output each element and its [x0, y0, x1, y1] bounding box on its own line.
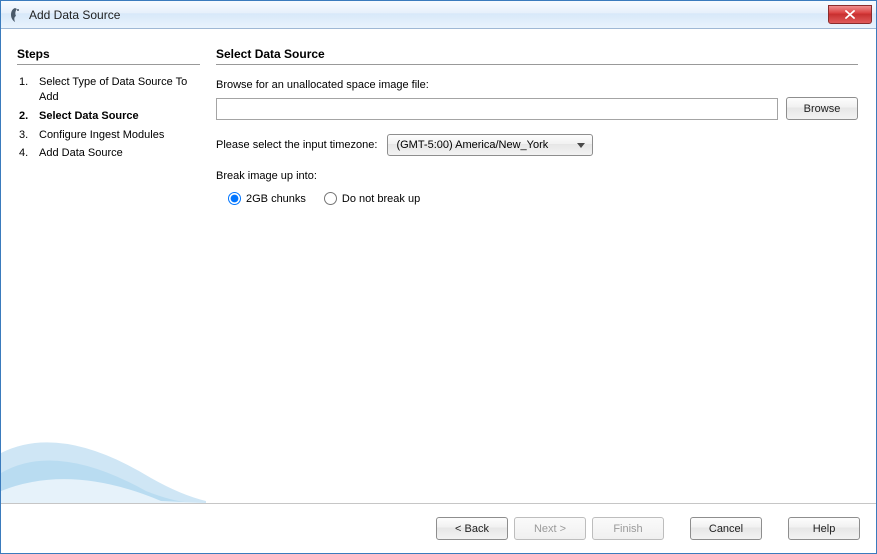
- break-label: Break image up into:: [216, 170, 858, 182]
- step-item: 2. Select Data Source: [19, 107, 200, 126]
- radio-nobreak-label: Do not break up: [342, 193, 420, 205]
- step-number: 3.: [19, 128, 39, 143]
- timezone-label: Please select the input timezone:: [216, 139, 377, 151]
- step-number: 2.: [19, 109, 39, 124]
- radio-2gb-label: 2GB chunks: [246, 193, 306, 205]
- step-item: 1. Select Type of Data Source To Add: [19, 73, 200, 107]
- radio-nobreak[interactable]: Do not break up: [324, 192, 420, 205]
- main-panel: Select Data Source Browse for an unalloc…: [206, 29, 876, 503]
- step-item: 3. Configure Ingest Modules: [19, 126, 200, 145]
- radio-2gb[interactable]: 2GB chunks: [228, 192, 306, 205]
- window-controls: [828, 5, 874, 24]
- steps-heading: Steps: [17, 47, 200, 65]
- close-icon: [845, 10, 855, 19]
- finish-button[interactable]: Finish: [592, 517, 664, 540]
- main-heading: Select Data Source: [216, 47, 858, 65]
- window-title: Add Data Source: [29, 8, 120, 22]
- steps-list: 1. Select Type of Data Source To Add 2. …: [17, 73, 200, 163]
- app-icon: [7, 7, 23, 23]
- timezone-value: (GMT-5:00) America/New_York: [396, 139, 548, 151]
- radio-2gb-input[interactable]: [228, 192, 241, 205]
- step-number: 4.: [19, 146, 39, 161]
- help-button[interactable]: Help: [788, 517, 860, 540]
- radio-nobreak-input[interactable]: [324, 192, 337, 205]
- button-bar: < Back Next > Finish Cancel Help: [1, 503, 876, 553]
- image-path-input[interactable]: [216, 98, 778, 120]
- step-label: Select Data Source: [39, 109, 200, 124]
- next-button[interactable]: Next >: [514, 517, 586, 540]
- decorative-swoosh: [1, 363, 206, 503]
- step-number: 1.: [19, 75, 39, 90]
- browse-label: Browse for an unallocated space image fi…: [216, 79, 858, 91]
- step-label: Configure Ingest Modules: [39, 128, 200, 143]
- close-button[interactable]: [828, 5, 872, 24]
- break-options: 2GB chunks Do not break up: [216, 192, 858, 205]
- step-label: Select Type of Data Source To Add: [39, 75, 200, 105]
- chevron-down-icon: [570, 143, 592, 148]
- dialog-window: Add Data Source Steps 1. Select Type of …: [0, 0, 877, 554]
- browse-button[interactable]: Browse: [786, 97, 858, 120]
- timezone-row: Please select the input timezone: (GMT-5…: [216, 134, 858, 156]
- cancel-button[interactable]: Cancel: [690, 517, 762, 540]
- content-area: Steps 1. Select Type of Data Source To A…: [1, 29, 876, 503]
- step-item: 4. Add Data Source: [19, 144, 200, 163]
- steps-panel: Steps 1. Select Type of Data Source To A…: [1, 29, 206, 503]
- browse-row: Browse: [216, 97, 858, 120]
- step-label: Add Data Source: [39, 146, 200, 161]
- titlebar: Add Data Source: [1, 1, 876, 29]
- timezone-select[interactable]: (GMT-5:00) America/New_York: [387, 134, 593, 156]
- back-button[interactable]: < Back: [436, 517, 508, 540]
